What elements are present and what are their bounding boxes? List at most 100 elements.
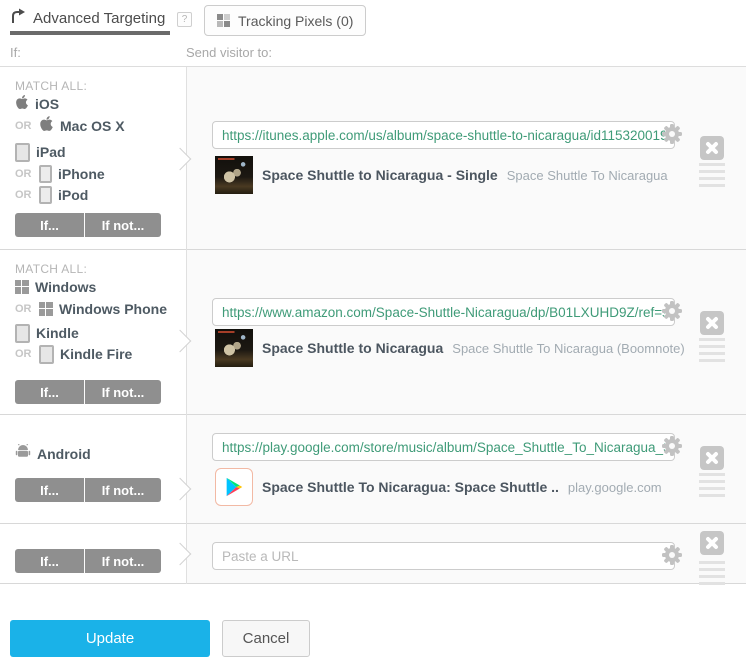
- condition-windows: Windows: [15, 278, 96, 296]
- android-icon: [15, 444, 31, 464]
- tablet-icon: [15, 324, 30, 343]
- google-play-icon: [215, 468, 253, 506]
- condition-iphone: OR iPhone: [15, 165, 105, 183]
- condition-label: Mac OS X: [60, 118, 125, 134]
- if-button[interactable]: If...: [15, 380, 85, 404]
- condition-windows-phone: OR Windows Phone: [15, 300, 167, 318]
- link-preview-title: Space Shuttle to Nicaragua: [262, 340, 443, 356]
- gear-icon[interactable]: [662, 545, 682, 565]
- fork-arrow-icon: [10, 8, 26, 29]
- windows-icon: [39, 302, 53, 316]
- condition-kindle: Kindle: [15, 324, 79, 342]
- targeting-rules: MATCH ALL: iOS OR Mac OS X iPad OR iPhon…: [0, 66, 746, 584]
- gear-icon[interactable]: [662, 301, 682, 321]
- destination-url-input[interactable]: [212, 433, 675, 461]
- or-label: OR: [15, 189, 33, 201]
- tab-bar: Advanced Targeting ? Tracking Pixels (0): [0, 0, 746, 42]
- apple-icon: [15, 94, 29, 115]
- smartphone-icon: [39, 186, 52, 204]
- tab-advanced-targeting-label: Advanced Targeting: [33, 10, 165, 27]
- link-preview-subtitle: Space Shuttle To Nicaragua: [507, 168, 668, 183]
- or-label: OR: [15, 120, 33, 132]
- drag-handle-icon[interactable]: [699, 163, 725, 191]
- tab-tracking-pixels-label: Tracking Pixels (0): [238, 13, 353, 29]
- pixels-grid-icon: [217, 14, 230, 27]
- rule-section-windows: MATCH ALL: Windows OR Windows Phone Kind…: [0, 250, 746, 415]
- condition-label: Windows Phone: [59, 301, 167, 317]
- if-button[interactable]: If...: [15, 213, 85, 237]
- condition-kindle-fire: OR Kindle Fire: [15, 345, 132, 363]
- condition-ios: iOS: [15, 95, 59, 113]
- remove-rule-icon[interactable]: [700, 446, 724, 470]
- link-preview-subtitle: Space Shuttle To Nicaragua (Boomnote): [452, 341, 684, 356]
- drag-handle-icon[interactable]: [699, 338, 725, 366]
- gear-icon[interactable]: [662, 436, 682, 456]
- match-all-label: MATCH ALL:: [15, 79, 87, 93]
- windows-icon: [15, 280, 29, 294]
- condition-label: Windows: [35, 279, 96, 295]
- rule-arrow: [169, 148, 192, 171]
- condition-buttons: If... If not...: [15, 549, 161, 573]
- apple-icon: [39, 115, 54, 137]
- link-preview: Space Shuttle To Nicaragua: Space Shuttl…: [262, 479, 662, 495]
- rule-section-android: Android If... If not... Space Shuttle To…: [0, 415, 746, 524]
- tab-advanced-targeting[interactable]: Advanced Targeting: [10, 5, 170, 31]
- tablet-icon: [39, 345, 54, 364]
- condition-ipod: OR iPod: [15, 186, 88, 204]
- link-preview: Space Shuttle to Nicaragua - Single Spac…: [262, 167, 668, 183]
- help-icon[interactable]: ?: [177, 12, 192, 27]
- rule-arrow: [169, 478, 192, 501]
- if-not-button[interactable]: If not...: [85, 213, 161, 237]
- condition-buttons: If... If not...: [15, 213, 161, 237]
- if-not-button[interactable]: If not...: [85, 478, 161, 502]
- destination-url-input[interactable]: [212, 121, 675, 149]
- rule-arrow: [169, 543, 192, 566]
- or-label: OR: [15, 168, 33, 180]
- update-button[interactable]: Update: [10, 620, 210, 657]
- gear-icon[interactable]: [662, 124, 682, 144]
- drag-handle-icon[interactable]: [699, 473, 725, 501]
- condition-label: Android: [37, 446, 91, 462]
- condition-buttons: If... If not...: [15, 478, 161, 502]
- tablet-icon: [15, 143, 30, 162]
- smartphone-icon: [39, 165, 52, 183]
- condition-label: iPod: [58, 187, 88, 203]
- send-visitor-column-header: Send visitor to:: [186, 45, 272, 60]
- album-art-thumbnail: [215, 156, 253, 194]
- column-headers: If: Send visitor to:: [0, 42, 746, 66]
- condition-label: Kindle Fire: [60, 346, 132, 362]
- condition-label: iPhone: [58, 166, 105, 182]
- remove-rule-icon[interactable]: [700, 311, 724, 335]
- match-all-label: MATCH ALL:: [15, 262, 87, 276]
- condition-label: Kindle: [36, 325, 79, 341]
- album-art-thumbnail: [215, 329, 253, 367]
- if-button[interactable]: If...: [15, 549, 85, 573]
- footer: Update Cancel: [0, 584, 746, 660]
- rule-section-apple: MATCH ALL: iOS OR Mac OS X iPad OR iPhon…: [0, 67, 746, 250]
- remove-rule-icon[interactable]: [700, 136, 724, 160]
- if-not-button[interactable]: If not...: [85, 549, 161, 573]
- rule-arrow: [169, 330, 192, 353]
- link-preview: Space Shuttle to Nicaragua Space Shuttle…: [262, 340, 685, 356]
- condition-macosx: OR Mac OS X: [15, 117, 125, 135]
- if-not-button[interactable]: If not...: [85, 380, 161, 404]
- condition-ipad: iPad: [15, 143, 66, 161]
- or-label: OR: [15, 303, 33, 315]
- panel-divider: [186, 67, 187, 584]
- if-column-header: If:: [10, 45, 21, 60]
- condition-label: iPad: [36, 144, 66, 160]
- tab-tracking-pixels[interactable]: Tracking Pixels (0): [204, 5, 366, 36]
- remove-rule-icon[interactable]: [700, 531, 724, 555]
- cancel-button[interactable]: Cancel: [222, 620, 310, 657]
- destination-url-input[interactable]: [212, 298, 675, 326]
- or-label: OR: [15, 348, 33, 360]
- rule-section-empty: If... If not...: [0, 524, 746, 584]
- condition-label: iOS: [35, 96, 59, 112]
- condition-android: Android: [15, 445, 91, 463]
- destination-url-input[interactable]: [212, 542, 675, 570]
- active-tab-underline: [10, 31, 170, 35]
- if-button[interactable]: If...: [15, 478, 85, 502]
- link-preview-subtitle: play.google.com: [568, 480, 662, 495]
- link-preview-title: Space Shuttle To Nicaragua: Space Shuttl…: [262, 479, 559, 495]
- condition-buttons: If... If not...: [15, 380, 161, 404]
